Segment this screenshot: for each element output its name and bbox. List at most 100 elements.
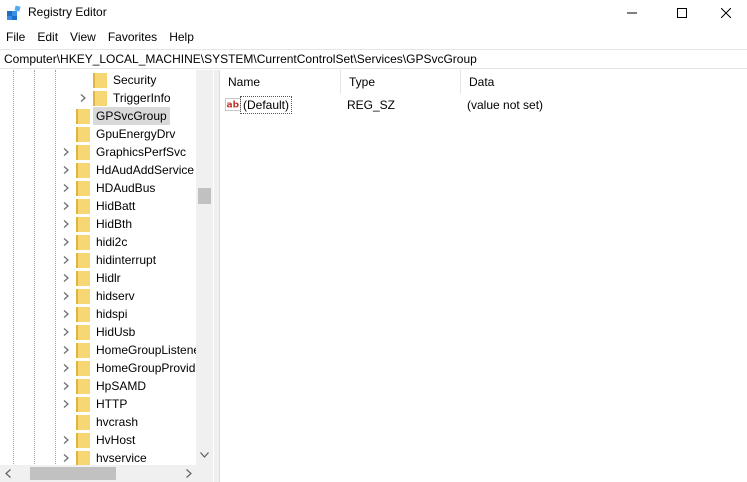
folder-icon (76, 109, 90, 124)
tree-item-hdaudaddservice[interactable]: HdAudAddService (0, 161, 196, 179)
tree-item-label: HomeGroupProvid (96, 361, 196, 375)
chevron-right-icon[interactable] (80, 94, 87, 102)
chevron-right-icon[interactable] (63, 310, 70, 318)
tree-item-homegrouplistene[interactable]: HomeGroupListene (0, 341, 200, 359)
chevron-right-icon[interactable] (63, 328, 70, 336)
address-path[interactable]: Computer\HKEY_LOCAL_MACHINE\SYSTEM\Curre… (4, 52, 477, 66)
folder-icon (76, 379, 90, 394)
tree-item-hvcrash[interactable]: hvcrash (0, 413, 196, 431)
tree-item-label: hidinterrupt (96, 253, 157, 267)
tree-item-hidserv[interactable]: hidserv (0, 287, 196, 305)
tree-item-label: HDAudBus (96, 181, 156, 195)
string-value-icon: ab (225, 98, 241, 111)
menu-help[interactable]: Help (163, 28, 200, 46)
scroll-right-arrow-icon[interactable] (186, 469, 192, 478)
chevron-right-icon[interactable] (63, 364, 70, 372)
tree-item-hpsamd[interactable]: HpSAMD (0, 377, 196, 395)
value-name[interactable]: (Default) (240, 96, 293, 114)
tree-item-security[interactable]: Security (0, 71, 196, 89)
chevron-right-icon[interactable] (63, 454, 70, 462)
title-bar: Registry Editor (0, 0, 747, 26)
tree-item-label: hvcrash (96, 415, 139, 429)
folder-icon (76, 217, 90, 232)
chevron-right-icon[interactable] (63, 184, 70, 192)
tree-item-label: GpuEnergyDrv (96, 127, 176, 141)
folder-icon (76, 127, 90, 142)
tree-item-hdaudbus[interactable]: HDAudBus (0, 179, 196, 197)
chevron-right-icon[interactable] (63, 346, 70, 354)
value-data: (value not set) (467, 98, 544, 112)
column-header-type[interactable]: Type (341, 70, 461, 94)
folder-icon (76, 289, 90, 304)
chevron-right-icon[interactable] (63, 382, 70, 390)
folder-icon (76, 271, 90, 286)
folder-icon (76, 325, 90, 340)
column-header-data[interactable]: Data (461, 70, 747, 94)
scroll-down-arrow-icon[interactable] (200, 452, 209, 458)
chevron-right-icon[interactable] (63, 256, 70, 264)
chevron-right-icon[interactable] (63, 148, 70, 156)
value-row[interactable]: ab (Default) REG_SZ (value not set) (220, 96, 747, 114)
tree-item-hidi2c[interactable]: hidi2c (0, 233, 196, 251)
tree-item-http[interactable]: HTTP (0, 395, 196, 413)
menu-view[interactable]: View (64, 28, 102, 46)
chevron-right-icon[interactable] (63, 202, 70, 210)
chevron-right-icon[interactable] (63, 238, 70, 246)
menu-favorites[interactable]: Favorites (102, 28, 163, 46)
tree-item-label: hvservice (96, 451, 147, 465)
folder-icon (76, 145, 90, 160)
column-header-name[interactable]: Name (220, 70, 341, 94)
tree-item-label: HidUsb (96, 325, 136, 339)
folder-icon (76, 397, 90, 412)
minimize-button[interactable] (609, 0, 655, 26)
tree-horizontal-scrollbar[interactable] (0, 465, 213, 482)
svg-text:ab: ab (227, 101, 240, 111)
values-list: Name Type Data ab (Default) REG_SZ (valu… (220, 70, 747, 482)
chevron-right-icon[interactable] (63, 166, 70, 174)
chevron-right-icon[interactable] (63, 436, 70, 444)
tree-item-label: Hidlr (96, 271, 121, 285)
maximize-button[interactable] (659, 0, 705, 26)
tree-item-hvhost[interactable]: HvHost (0, 431, 196, 449)
address-bar[interactable]: Computer\HKEY_LOCAL_MACHINE\SYSTEM\Curre… (0, 49, 747, 69)
selected-highlight: GPSvcGroup (93, 107, 170, 125)
chevron-right-icon[interactable] (63, 292, 70, 300)
folder-icon (93, 73, 107, 88)
menu-file[interactable]: File (0, 28, 31, 46)
tree-item-hidbth[interactable]: HidBth (0, 215, 196, 233)
tree-vertical-scroll-thumb[interactable] (198, 188, 211, 204)
tree-item-hidinterrupt[interactable]: hidinterrupt (0, 251, 196, 269)
folder-icon (76, 433, 90, 448)
folder-icon (76, 235, 90, 250)
tree-item-label: hidi2c (96, 235, 128, 249)
tree-item-label: HidBatt (96, 199, 136, 213)
scroll-left-arrow-icon[interactable] (5, 469, 11, 478)
tree-item-hidbatt[interactable]: HidBatt (0, 197, 196, 215)
chevron-right-icon[interactable] (63, 400, 70, 408)
tree-item-hidlr[interactable]: Hidlr (0, 269, 196, 287)
menu-edit[interactable]: Edit (31, 28, 64, 46)
tree-item-graphicsperfsvc[interactable]: GraphicsPerfSvc (0, 143, 196, 161)
chevron-right-icon[interactable] (63, 220, 70, 228)
value-type: REG_SZ (347, 98, 396, 112)
tree-horizontal-scroll-thumb[interactable] (30, 467, 116, 480)
menu-bar: File Edit View Favorites Help (0, 28, 200, 46)
tree-item-gpsvcgroup[interactable]: GPSvcGroup (0, 107, 196, 125)
tree-item-homegroupprovid[interactable]: HomeGroupProvid (0, 359, 196, 377)
close-button[interactable] (703, 0, 747, 26)
tree-item-label: TriggerInfo (113, 91, 171, 105)
tree-item-label: hidspi (96, 307, 128, 321)
tree-item-triggerinfo[interactable]: TriggerInfo (0, 89, 196, 107)
folder-icon (76, 199, 90, 214)
tree-item-hidspi[interactable]: hidspi (0, 305, 196, 323)
tree-vertical-scrollbar[interactable] (196, 70, 213, 465)
minimize-icon (627, 12, 637, 14)
tree-item-gpuenergydrv[interactable]: GpuEnergyDrv (0, 125, 196, 143)
window-title: Registry Editor (28, 5, 107, 19)
tree-item-label: HidBth (96, 217, 133, 231)
tree-item-label: HTTP (96, 397, 128, 411)
tree-item-label: HomeGroupListene (96, 343, 201, 357)
tree-item-label: GraphicsPerfSvc (96, 145, 187, 159)
chevron-right-icon[interactable] (63, 274, 70, 282)
tree-item-hidusb[interactable]: HidUsb (0, 323, 196, 341)
